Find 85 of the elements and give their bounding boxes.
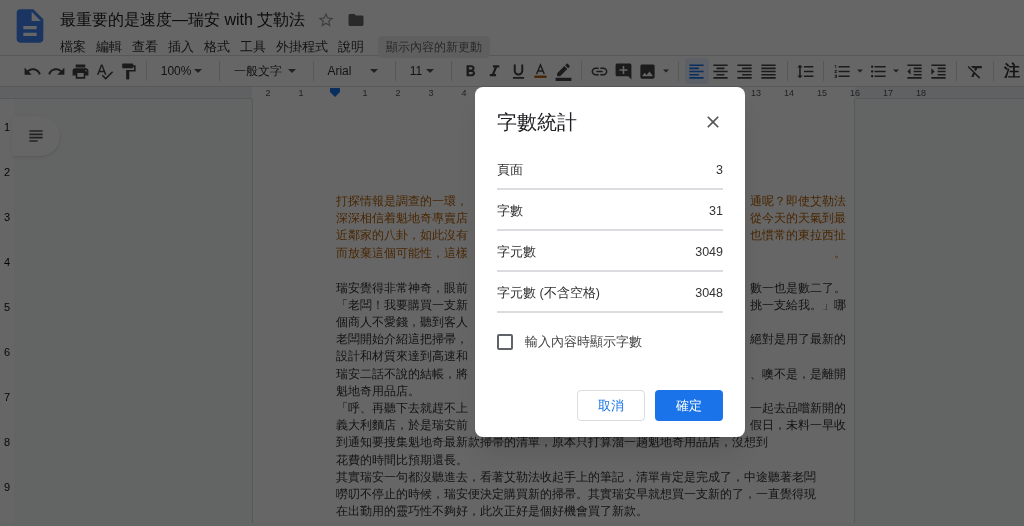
document-title[interactable]: 最重要的是速度—瑞安 with 艾勒法 [60,8,306,32]
ruler-number: 1 [361,87,369,100]
paragraph-line: 數一也是數二了。 [750,279,846,297]
paragraph-line: 老闆開始介紹這把掃帚， [336,331,468,349]
checkbox-label: 輸入內容時顯示字數 [525,334,642,351]
font-dropdown[interactable]: Arial [319,58,389,84]
paragraph-line: 通呢？即使艾勒法 [750,193,846,210]
menu-item[interactable]: 格式 [204,37,230,57]
stat-value: 3 [716,162,723,180]
caret-icon [893,69,900,73]
ruler-number: 2 [264,87,272,100]
paragraph-line: 從今天的天氣到最 [750,210,846,228]
paragraph-line: 打探情報是調查的一環， [336,193,468,210]
stat-label: 頁面 [497,162,523,180]
paragraph-line: 花費的時間比預期還長。 [336,451,468,469]
paragraph-line: 嘮叨不停止的時候，瑞安便決定購買新的掃帚。其實瑞安早就想買一支新的了，一直覺得現 [336,486,816,504]
menu-item[interactable]: 外掛程式 [276,37,328,57]
menu-item[interactable]: 工具 [240,37,266,57]
paragraph-line: 挑一支給我。」哪 [750,296,846,314]
paragraph-line: 而放棄這個可能性，這樣 [336,244,468,262]
style-dropdown[interactable]: 一般文字 [226,58,307,84]
ruler-number: 3 [3,210,11,223]
paragraph-line: 瑞安覺得非常神奇，眼前 [336,279,468,297]
ruler-number: 2 [3,165,11,178]
ruler-number: 15 [816,87,828,100]
paragraph-line: 瑞安二話不說的結帳，將 [336,365,468,383]
ruler-number: 3 [427,87,435,100]
star-icon[interactable] [317,11,336,29]
align-left-icon[interactable] [684,58,709,84]
paragraph-line: 假日，未料一早收 [750,417,846,435]
ruler-number: 6 [3,345,11,358]
paragraph-line: 「呼、再聽下去就趕不上 [336,400,468,418]
paragraph-line: 設計和材質來達到高速和 [336,348,468,366]
ruler-number: 1 [3,120,11,133]
ruler-number: 14 [783,87,795,100]
menu-item[interactable]: 查看 [132,37,158,57]
paragraph-line: 個商人不愛錢，聽到客人 [336,314,468,331]
outline-button[interactable] [12,116,60,156]
ruler-number: 2 [394,87,402,100]
caret-icon [662,69,669,73]
ruler-number: 8 [3,435,11,448]
ruler-number: 16 [849,87,861,100]
confirm-button[interactable]: 確定 [655,389,723,421]
ruler-number: 18 [915,87,927,100]
menu-item[interactable]: 編輯 [96,37,122,57]
paragraph-line: 也慣常的東拉西扯 [750,227,846,245]
menu-item[interactable]: 說明 [338,37,364,57]
paragraph-line: 近鄰家的八卦，如此沒有 [336,227,468,245]
ruler-number: 5 [3,300,11,313]
dialog-title: 字數統計 [497,110,577,135]
paragraph-line: 「老闆！我要購買一支新 [336,296,468,314]
caret-icon [287,69,296,73]
paragraph-line: 、噢不是，是離開 [750,365,846,383]
stat-label: 字元數 (不含空格) [497,285,600,303]
caret-icon [426,69,435,73]
font-size-dropdown[interactable]: 11 [401,58,446,84]
caret-icon [857,69,864,73]
cancel-button[interactable]: 取消 [577,389,645,421]
caret-icon [370,69,378,73]
paragraph-line: 。 [834,244,846,262]
stat-value: 3048 [695,285,723,303]
ruler-number: 4 [3,255,11,268]
paragraph-line: 一起去品嚐新開的 [750,400,846,418]
ruler-number: 17 [882,87,894,100]
menu-item[interactable]: 插入 [168,37,194,57]
show-word-count-checkbox[interactable] [497,334,513,351]
paragraph-line: 絕對是用了最新的 [750,331,846,349]
caret-icon [194,69,203,73]
ruler-number: 9 [3,480,11,493]
paragraph-line: 其實瑞安一句都沒聽進去，看著艾勒法收起手上的筆記，清單肯定是完成了，中途聽著老闆 [336,468,816,486]
folder-icon[interactable] [347,11,366,29]
paragraph-line: 在出勤用的靈巧性不夠好，此次正好是個好機會買了新款。 [336,503,648,521]
stat-label: 字元數 [497,244,536,262]
menu-item[interactable]: 檔案 [60,37,86,57]
ruler-number: 1 [297,87,305,100]
stat-value: 31 [709,203,723,221]
stat-value: 3049 [695,244,723,262]
input-tools-button[interactable]: 注 [999,59,1024,83]
paragraph-line: 深深相信着魁地奇專賣店 [336,210,468,228]
zoom-dropdown[interactable]: 100% [152,58,214,84]
stat-label: 字數 [497,203,523,221]
ruler-number: 13 [750,87,762,100]
paragraph-line: 義大利麵店，於是瑞安前 [336,417,468,435]
paragraph-line: 魁地奇用品店。 [336,382,420,400]
ruler-number: 7 [3,390,11,403]
